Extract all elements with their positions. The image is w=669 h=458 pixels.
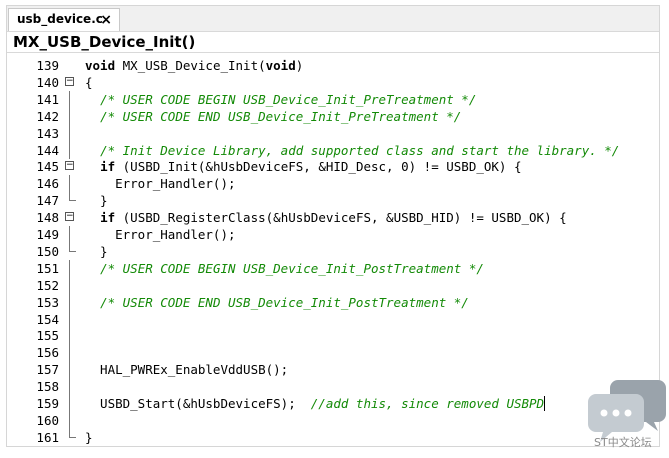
watermark-text: ST中文论坛 (594, 436, 652, 449)
code-line[interactable]: 153 /* USER CODE END USB_Device_Init_Pos… (7, 293, 659, 311)
line-number: 141 (36, 91, 59, 107)
code-line[interactable]: 148− if (USBD_RegisterClass(&hUsbDeviceF… (7, 209, 659, 226)
editor-window: usb_device.c × MX_USB_Device_Init() 139 v… (6, 5, 660, 447)
fold-gutter (63, 310, 77, 328)
code-line[interactable]: 151 /* USER CODE BEGIN USB_Device_Init_P… (7, 259, 659, 277)
fold-gutter (63, 242, 77, 260)
fold-gutter (63, 344, 77, 362)
code-line[interactable]: 154 (7, 310, 659, 328)
fold-gutter[interactable]: − (63, 209, 77, 226)
line-number: 156 (36, 345, 59, 361)
code-text: } (85, 243, 108, 259)
code-text: Error_Handler(); (85, 227, 236, 242)
line-number: 153 (36, 294, 59, 310)
function-outline-bar[interactable]: MX_USB_Device_Init() (7, 31, 659, 53)
fold-gutter (63, 107, 77, 125)
line-number: 145 (36, 159, 59, 175)
line-number: 140 (36, 74, 59, 90)
code-line[interactable]: 155 (7, 327, 659, 345)
code-text: /* USER CODE BEGIN USB_Device_Init_PreTr… (100, 91, 477, 107)
text-caret (544, 396, 546, 411)
close-icon[interactable]: × (100, 9, 112, 31)
code-line[interactable]: 142 /* USER CODE END USB_Device_Init_Pre… (7, 107, 659, 125)
line-number: 150 (36, 243, 59, 259)
line-number: 147 (36, 193, 59, 209)
code-text: Error_Handler(); (85, 176, 236, 192)
code-text: if (USBD_Init(&hUsbDeviceFS, &HID_Desc, … (100, 159, 522, 175)
line-number: 161 (36, 429, 59, 445)
code-line[interactable]: 139 void MX_USB_Device_Init(void) (7, 57, 659, 74)
code-line[interactable]: 145− if (USBD_Init(&hUsbDeviceFS, &HID_D… (7, 158, 659, 175)
code-line[interactable]: 157 HAL_PWREx_EnableVddUSB(); (7, 361, 659, 379)
fold-gutter (63, 57, 77, 74)
line-number: 151 (36, 260, 59, 276)
line-number: 152 (36, 277, 59, 293)
collapse-icon[interactable]: − (65, 212, 74, 222)
code-line[interactable]: 144 /* Init Device Library, add supporte… (7, 141, 659, 159)
tab-bar: usb_device.c × (7, 6, 659, 31)
code-line[interactable]: 146 Error_Handler(); (7, 175, 659, 193)
tab-label: usb_device.c (17, 12, 103, 26)
code-text: HAL_PWREx_EnableVddUSB(); (85, 362, 289, 378)
fold-gutter (63, 327, 77, 345)
line-number: 160 (36, 412, 59, 428)
code-line[interactable]: 161} (7, 428, 659, 446)
fold-gutter (63, 192, 77, 209)
code-text: /* Init Device Library, add supported cl… (100, 142, 620, 158)
code-line[interactable]: 147 } (7, 192, 659, 209)
tab-usb-device-c[interactable]: usb_device.c × (8, 8, 120, 31)
line-number: 143 (36, 125, 59, 141)
current-function-label: MX_USB_Device_Init() (13, 33, 196, 51)
code-line[interactable]: 156 (7, 344, 659, 362)
line-number: 142 (36, 108, 59, 124)
code-line[interactable]: 140− { (7, 74, 659, 91)
code-line[interactable]: 149 Error_Handler(); (7, 226, 659, 243)
fold-gutter (63, 361, 77, 379)
code-line[interactable]: 150 } (7, 242, 659, 260)
fold-gutter (63, 141, 77, 159)
fold-gutter[interactable]: − (63, 158, 77, 175)
line-number: 148 (36, 210, 59, 226)
line-number: 144 (36, 142, 59, 158)
line-number: 158 (36, 379, 59, 395)
code-line[interactable]: 143 (7, 124, 659, 142)
line-number: 154 (36, 311, 59, 327)
code-text: USBD_Start(&hUsbDeviceFS); //add this, s… (85, 396, 546, 411)
line-number: 159 (36, 396, 59, 411)
code-line[interactable]: 158 (7, 378, 659, 396)
fold-gutter (63, 293, 77, 311)
fold-gutter (63, 411, 77, 429)
fold-gutter (63, 259, 77, 277)
fold-gutter[interactable]: − (63, 74, 77, 91)
code-text: } (85, 193, 108, 209)
line-number: 157 (36, 362, 59, 378)
fold-gutter (63, 90, 77, 108)
fold-gutter (63, 124, 77, 142)
code-text: /* USER CODE BEGIN USB_Device_Init_PostT… (100, 260, 484, 276)
code-text: /* USER CODE END USB_Device_Init_PostTre… (100, 294, 469, 310)
code-line[interactable]: 141 /* USER CODE BEGIN USB_Device_Init_P… (7, 90, 659, 108)
fold-gutter (63, 378, 77, 396)
code-text: void MX_USB_Device_Init(void) (85, 58, 304, 73)
collapse-icon[interactable]: − (65, 76, 74, 86)
collapse-icon[interactable]: − (65, 161, 74, 171)
line-number: 146 (36, 176, 59, 192)
code-text: { (85, 74, 93, 90)
code-text: /* USER CODE END USB_Device_Init_PreTrea… (100, 108, 462, 124)
code-editor[interactable]: 139 void MX_USB_Device_Init(void) 140−{141… (7, 56, 659, 446)
line-number: 139 (36, 58, 59, 73)
fold-gutter (63, 226, 77, 243)
fold-gutter (63, 175, 77, 193)
code-text: if (USBD_RegisterClass(&hUsbDeviceFS, &U… (100, 210, 567, 226)
code-line[interactable]: 152 (7, 276, 659, 294)
code-line[interactable]: 159 USBD_Start(&hUsbDeviceFS); //add thi… (7, 395, 659, 412)
fold-gutter (63, 276, 77, 294)
line-number: 149 (36, 227, 59, 242)
code-line[interactable]: 160 (7, 411, 659, 429)
code-text: } (85, 429, 93, 445)
fold-gutter (63, 428, 77, 446)
fold-gutter (63, 395, 77, 412)
line-number: 155 (36, 328, 59, 344)
